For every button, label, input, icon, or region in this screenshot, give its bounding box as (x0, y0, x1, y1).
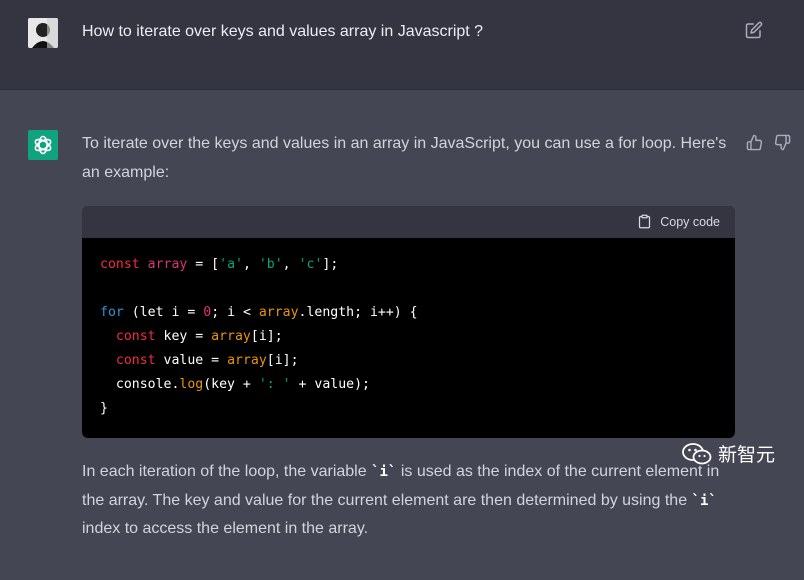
watermark-text: 新智元 (718, 445, 776, 466)
answer-intro: To iterate over the keys and values in a… (82, 135, 727, 181)
wechat-watermark: 新智元 (682, 440, 775, 467)
inline-code-i: `i` (371, 464, 397, 480)
code-block-header: Copy code (82, 206, 735, 238)
code-content: const array = ['a', 'b', 'c']; for (let … (100, 257, 418, 416)
user-avatar (28, 18, 58, 48)
answer-outro: In each iteration of the loop, the varia… (82, 463, 720, 537)
code-block: Copy code const array = ['a', 'b', 'c'];… (82, 206, 735, 438)
thumbs-up-icon[interactable] (746, 134, 764, 152)
assistant-message-row: To iterate over the keys and values in a… (0, 90, 804, 580)
wechat-icon (682, 442, 712, 464)
user-message-text: How to iterate over keys and values arra… (82, 23, 484, 40)
chatgpt-logo-icon (28, 130, 58, 160)
clipboard-icon (639, 214, 651, 229)
edit-icon[interactable] (745, 21, 765, 41)
inline-code-i: `i` (691, 492, 717, 509)
user-message-row: How to iterate over keys and values arra… (0, 0, 804, 90)
copy-code-button[interactable]: Copy code (637, 214, 720, 229)
thumbs-down-icon[interactable] (774, 134, 792, 152)
copy-code-label: Copy code (660, 214, 720, 229)
